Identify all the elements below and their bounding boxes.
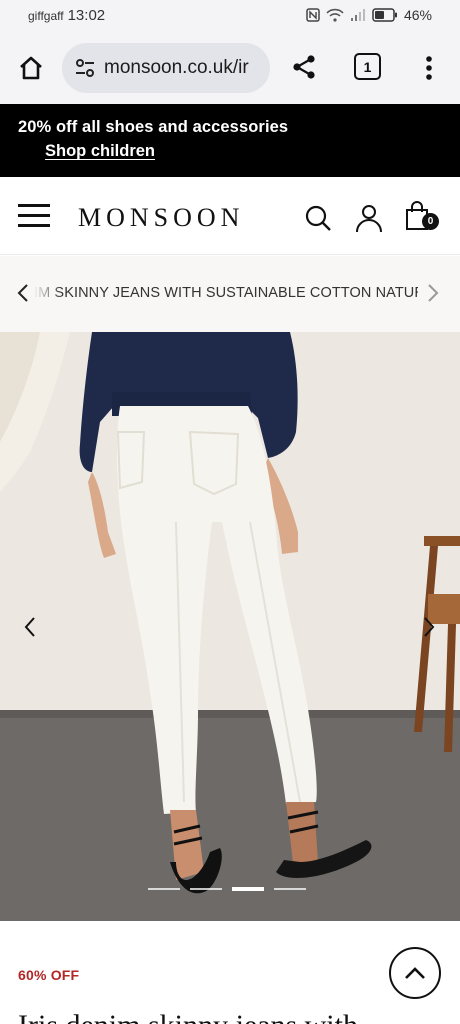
carousel-dot[interactable] bbox=[148, 888, 180, 890]
site-logo[interactable]: MONSOON bbox=[78, 203, 244, 233]
bag-count-badge: 0 bbox=[422, 213, 439, 230]
share-button[interactable] bbox=[289, 52, 319, 82]
breadcrumb-prev-button[interactable] bbox=[16, 283, 32, 303]
bag-button[interactable]: 0 bbox=[405, 201, 441, 233]
site-header: MONSOON 0 bbox=[0, 177, 460, 255]
breadcrumb-text[interactable]: IM SKINNY JEANS WITH SUSTAINABLE COTTON … bbox=[34, 285, 418, 301]
discount-label: 60% OFF bbox=[18, 967, 80, 983]
address-bar[interactable]: monsoon.co.uk/ir bbox=[62, 43, 270, 93]
search-button[interactable] bbox=[304, 204, 332, 232]
battery-percent: 46% bbox=[403, 7, 432, 23]
chevron-left-icon bbox=[17, 284, 28, 302]
browser-toolbar: monsoon.co.uk/ir 1 bbox=[0, 30, 460, 104]
wifi-icon bbox=[326, 8, 344, 22]
chevron-right-icon bbox=[424, 617, 435, 637]
chevron-right-icon bbox=[428, 284, 439, 302]
product-title: Iris denim skinny jeans with bbox=[18, 1009, 358, 1024]
carousel-dot[interactable] bbox=[274, 888, 306, 890]
product-info: 60% OFF Iris denim skinny jeans with bbox=[0, 921, 460, 1024]
status-time: 13:02 bbox=[67, 6, 106, 24]
breadcrumb: IM SKINNY JEANS WITH SUSTAINABLE COTTON … bbox=[0, 256, 460, 332]
product-photo bbox=[0, 332, 460, 921]
more-vert-icon bbox=[426, 56, 432, 80]
search-icon bbox=[305, 205, 331, 231]
share-icon bbox=[293, 55, 315, 79]
tab-count: 1 bbox=[363, 58, 372, 75]
browser-menu-button[interactable] bbox=[416, 52, 442, 84]
signal-icon bbox=[350, 8, 366, 22]
chevron-left-icon bbox=[24, 617, 35, 637]
home-icon bbox=[20, 56, 42, 80]
chevron-up-icon bbox=[405, 967, 425, 979]
site-info-icon bbox=[76, 59, 94, 77]
tabs-button[interactable]: 1 bbox=[354, 53, 381, 80]
carousel-dot[interactable] bbox=[190, 888, 222, 890]
menu-icon[interactable] bbox=[18, 204, 50, 228]
carrier-name: giffgaff bbox=[28, 8, 64, 23]
promo-message: 20% off all shoes and accessories bbox=[18, 118, 289, 136]
image-next-button[interactable] bbox=[417, 614, 441, 640]
battery-icon bbox=[372, 8, 398, 22]
image-prev-button[interactable] bbox=[18, 614, 42, 640]
carousel-indicators bbox=[148, 887, 314, 892]
status-bar: giffgaff 13:02 46% bbox=[0, 0, 460, 30]
breadcrumb-next-button[interactable] bbox=[426, 283, 442, 303]
url-text: monsoon.co.uk/ir bbox=[104, 57, 249, 78]
product-image-carousel[interactable] bbox=[0, 332, 460, 921]
account-button[interactable] bbox=[354, 203, 384, 233]
promo-banner: 20% off all shoes and accessories Shop c… bbox=[0, 104, 460, 177]
shop-children-link[interactable]: Shop children bbox=[45, 142, 155, 161]
scroll-to-top-button[interactable] bbox=[389, 947, 441, 999]
account-icon bbox=[356, 205, 382, 233]
nfc-icon bbox=[306, 8, 320, 22]
home-button[interactable] bbox=[15, 52, 47, 84]
carousel-dot-active[interactable] bbox=[232, 887, 264, 891]
